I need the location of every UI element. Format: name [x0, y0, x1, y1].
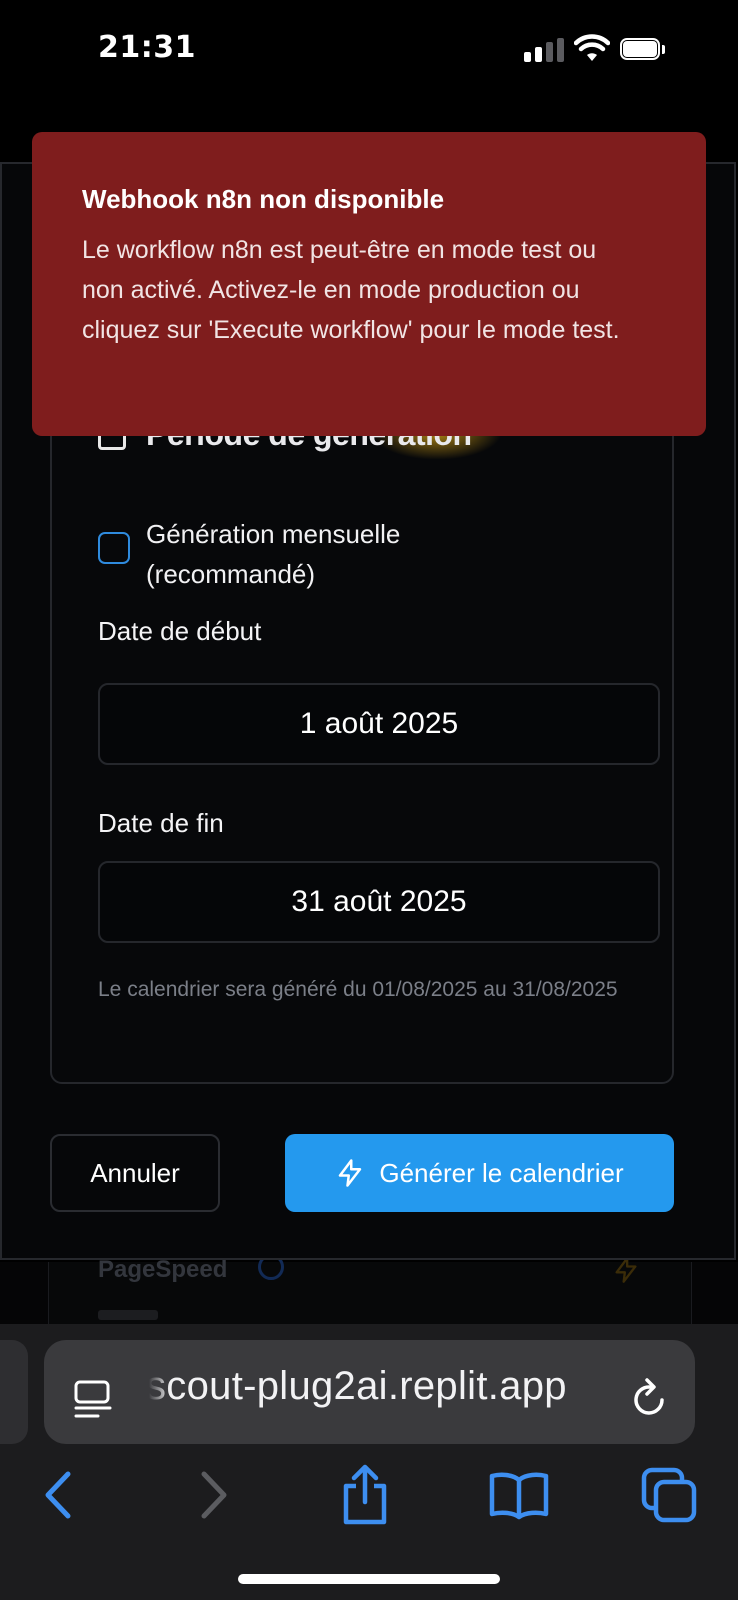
- generate-button-label: Générer le calendrier: [379, 1157, 624, 1188]
- toast-message: Le workflow n8n est peut-être en mode te…: [82, 236, 620, 344]
- background-value-placeholder: [98, 1310, 158, 1320]
- battery-icon: [620, 38, 666, 62]
- background-pagespeed-label: PageSpeed: [98, 1256, 228, 1283]
- date-range-hint: Le calendrier sera généré du 01/08/2025 …: [98, 978, 618, 1001]
- end-date-field[interactable]: 31 août 2025: [98, 861, 660, 943]
- home-indicator: [238, 1574, 500, 1584]
- monthly-generation-label[interactable]: Génération mensuelle (recommandé): [146, 514, 526, 594]
- cancel-button[interactable]: Annuler: [50, 1134, 220, 1212]
- reload-icon[interactable]: [630, 1376, 670, 1420]
- url-fade: [140, 1340, 170, 1444]
- previous-tab-preview[interactable]: [0, 1340, 28, 1444]
- start-date-label: Date de début: [98, 616, 262, 646]
- error-toast[interactable]: Webhook n8n non disponible Le workflow n…: [32, 132, 706, 436]
- bolt-icon: [615, 1257, 637, 1283]
- status-bar: 21:31: [0, 0, 738, 100]
- monthly-generation-checkbox[interactable]: [98, 532, 130, 564]
- cellular-signal-icon: [524, 38, 564, 62]
- back-icon[interactable]: [40, 1470, 76, 1520]
- url-text: scout-plug2ai.replit.app: [146, 1364, 567, 1408]
- page-menu-icon[interactable]: [72, 1378, 114, 1420]
- toast-title: Webhook n8n non disponible: [82, 184, 445, 214]
- tabs-icon[interactable]: [640, 1466, 700, 1524]
- forward-icon[interactable]: [196, 1470, 232, 1520]
- address-bar[interactable]: scout-plug2ai.replit.app: [44, 1340, 695, 1444]
- share-icon[interactable]: [338, 1464, 392, 1526]
- generate-calendar-button[interactable]: Générer le calendrier: [285, 1134, 674, 1212]
- end-date-label: Date de fin: [98, 808, 224, 838]
- wifi-icon: [574, 34, 610, 61]
- cancel-button-label: Annuler: [90, 1157, 180, 1188]
- bolt-icon: [339, 1159, 362, 1187]
- bookmarks-icon[interactable]: [488, 1470, 550, 1520]
- status-time: 21:31: [98, 30, 196, 65]
- start-date-field[interactable]: 1 août 2025: [98, 683, 660, 765]
